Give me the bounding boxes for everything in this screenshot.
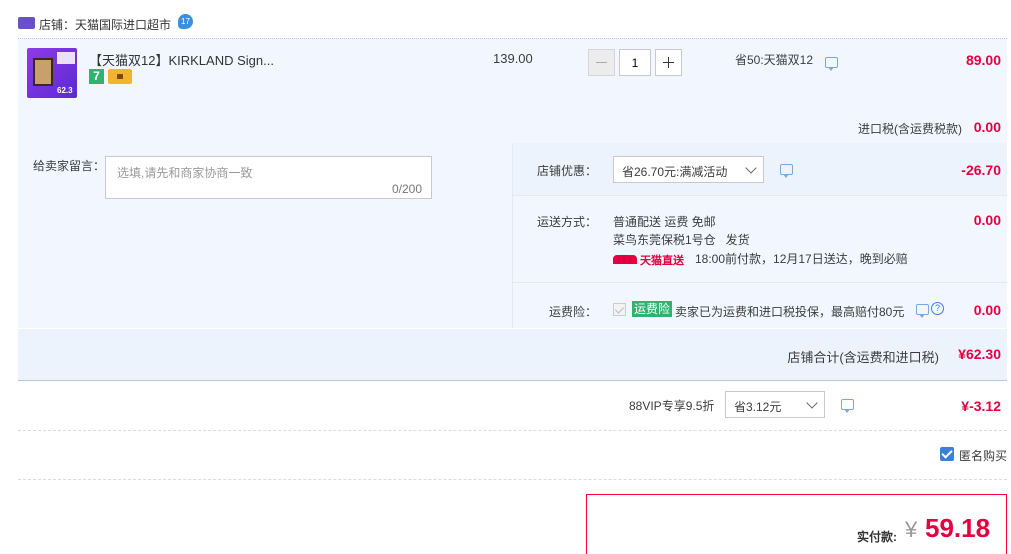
tmall-direct-logo: 天猫直送 <box>613 252 685 267</box>
product-thumbnail[interactable]: 62.3 <box>27 48 77 98</box>
shop-total-label: 店铺合计(含运费和进口税) <box>787 350 939 365</box>
item-promo: 省50:天猫双12 <box>735 53 814 67</box>
payment-value: 59.18 <box>925 513 991 543</box>
plus-button[interactable] <box>655 49 682 76</box>
thumbnail-price: 62.3 <box>57 86 73 95</box>
message-counter: 0/200 <box>391 182 422 196</box>
tmall-direct-text: 天猫直送 <box>640 255 684 267</box>
insurance-label: 运费险： <box>549 305 598 319</box>
import-tax-value: 0.00 <box>973 119 1001 135</box>
seven-day-return-icon: 7 <box>89 69 104 84</box>
shop-total-value: ¥62.30 <box>958 346 1001 362</box>
checked-checkbox-icon[interactable] <box>940 447 954 461</box>
payment-currency: ¥ <box>905 517 918 542</box>
import-tax-label: 进口税(含运费税款) <box>858 122 962 136</box>
message-label: 给卖家留言： <box>33 159 106 173</box>
chevron-down-icon <box>745 162 757 174</box>
shop-discount-selected: 省26.70元:满减活动 <box>622 165 728 179</box>
chat-icon[interactable] <box>825 57 838 71</box>
shop-discount-label: 店铺优惠： <box>537 164 598 178</box>
shop-icon <box>18 17 35 29</box>
chat-icon[interactable] <box>916 304 929 318</box>
payment-box: 实付款: ¥ 59.18 <box>586 494 1007 554</box>
chat-icon[interactable] <box>841 399 854 413</box>
shop-discount-select[interactable]: 省26.70元:满减活动 <box>613 156 764 183</box>
anonymous-label[interactable]: 匿名购买 <box>959 447 1007 464</box>
shop-discount-value: -26.70 <box>961 162 1001 178</box>
vip-row <box>18 381 1007 431</box>
shipping-value: 0.00 <box>973 212 1001 228</box>
shipping-label: 运送方式： <box>537 215 598 229</box>
product-title[interactable]: 【天猫双12】KIRKLAND Sign... <box>89 50 274 69</box>
minus-button[interactable] <box>588 49 615 76</box>
delivery-note: 18:00前付款，12月17日送达，晚到必赔 <box>695 252 908 266</box>
message-placeholder: 选填,请先和商家协商一致 <box>117 166 253 180</box>
chevron-down-icon <box>806 397 818 409</box>
shop-label[interactable]: 店铺：天猫国际进口超市 <box>39 16 171 33</box>
chat-icon[interactable] <box>780 164 793 178</box>
item-subtotal: 89.00 <box>965 52 1001 68</box>
shipping-line1: 普通配送 运费 免邮 <box>613 215 716 229</box>
plus-icon <box>663 57 674 68</box>
message-textarea[interactable]: 选填,请先和商家协商一致 0/200 <box>105 156 432 199</box>
shipping-line2: 菜鸟东莞保税1号仓 发货 <box>613 233 750 247</box>
credit-card-icon <box>108 69 132 84</box>
minus-icon <box>596 62 607 63</box>
payment-label: 实付款: <box>857 530 897 544</box>
vip-value: ¥-3.12 <box>961 398 1001 414</box>
quantity-input[interactable] <box>619 49 651 76</box>
insurance-badge: 运费险 <box>632 301 673 317</box>
vip-label: 88VIP专享9.5折 <box>629 399 715 413</box>
quantity-stepper <box>588 49 684 77</box>
unit-price: 139.00 <box>493 51 533 66</box>
shipping-row <box>513 196 1007 283</box>
vip-selected: 省3.12元 <box>734 400 782 414</box>
coupon-bubble-icon[interactable]: 17 <box>178 14 193 29</box>
checkbox-icon[interactable] <box>613 303 626 316</box>
insurance-text: 卖家已为运费和进口税投保，最高赔付80元 <box>675 305 905 319</box>
help-icon[interactable]: ? <box>931 302 944 315</box>
anonymous-row <box>18 431 1007 480</box>
shop-header: 店铺：天猫国际进口超市 17 <box>18 14 318 34</box>
vip-select[interactable]: 省3.12元 <box>725 391 825 418</box>
insurance-value: 0.00 <box>973 302 1001 318</box>
